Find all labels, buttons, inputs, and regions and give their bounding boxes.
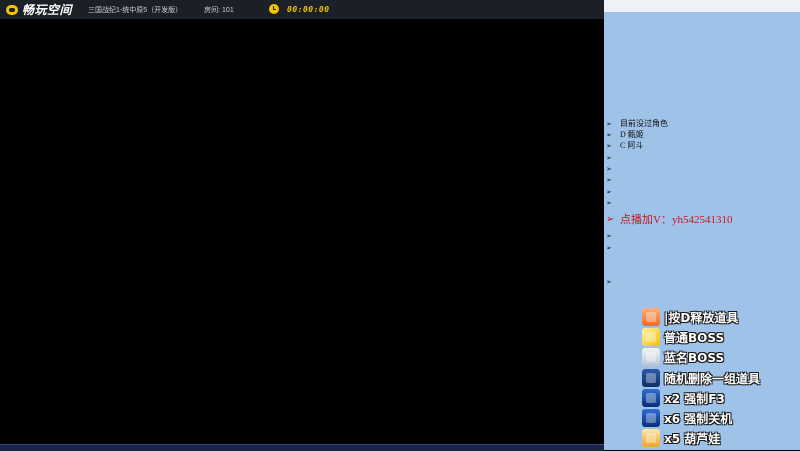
game-timer: 00:00:00 [287,4,330,14]
room-number: 房间: 101 [204,6,234,14]
arrow-bullet-icon: ➢ [606,231,612,240]
gift-label: |按D释放道具 [664,310,739,325]
list-item: ➢ [604,174,800,185]
logo-icon [6,4,18,15]
contact-text: 点播加V：yh542541310 [620,214,733,226]
gift-label: x6 强制关机 [664,411,733,426]
arrow-bullet-icon: ➢ [606,141,612,150]
arrow-bullet-icon: ➢ [606,243,612,252]
gift-label: 蓝名BOSS [664,350,725,365]
gourd-icon [642,429,660,447]
arrow-bullet-icon: ➢ [606,164,612,173]
list-item: ➢ [604,242,800,253]
gift-item-random-delete: 随机删除一组道具 [642,369,760,387]
gift-label: x5 葫芦娃 [664,431,721,446]
gift-label: 随机删除一组道具 [664,371,761,386]
arrow-bullet-icon: ➢ [606,175,612,184]
arrow-bullet-icon: ➢ [606,153,612,162]
list-item: ➢ [604,152,800,163]
arrow-bullet-icon: ➢ [606,213,615,225]
gift-item-gourd-kids: x5 葫芦娃 [642,429,720,447]
timer-group: 00:00:00 [269,4,330,14]
panel-top-band [604,0,800,12]
treasure-box-icon [642,369,660,387]
logo-text: 畅玩空间 [22,3,73,17]
gold-bar-icon [642,328,660,346]
gift-label: 普通BOSS [664,330,725,345]
list-item: ➢ [604,230,800,241]
list-item: ➢ 目前没过角色 [604,118,800,129]
list-item-text: 目前没过角色 [620,119,668,128]
rocket-icon [642,389,660,407]
list-item-text: D 甄姬 [620,130,644,139]
gift-item-blue-boss: 蓝名BOSS [642,348,724,366]
list-item: ➢ D 甄姬 [604,129,800,140]
arrow-bullet-icon: ➢ [606,187,612,196]
gift-item-normal-boss: 普通BOSS [642,328,724,346]
gift-item-release-item: |按D释放道具 [642,308,738,326]
title-bar: 畅玩空间 三国战纪1-统中原5（开发版） 房间: 101 00:00:00 [0,0,604,19]
list-item: ➢ [604,276,800,287]
game-viewport[interactable] [0,19,604,444]
wing-icon [642,348,660,366]
game-title: 三国战纪1-统中原5（开发版） [88,6,183,14]
app-logo: 畅玩空间 [6,1,72,18]
arrow-bullet-icon: ➢ [606,198,612,207]
arrow-bullet-icon: ➢ [606,119,612,128]
list-item: ➢ C 阿斗 [604,140,800,151]
game-window: 畅玩空间 三国战纪1-统中原5（开发版） 房间: 101 00:00:00 [0,0,604,451]
clock-icon [269,4,279,14]
rocket-icon [642,409,660,427]
gift-label: x2 强制F3 [664,391,725,406]
contact-highlight: ➢ 点播加V：yh542541310 [604,212,800,227]
list-item: ➢ [604,163,800,174]
list-item: ➢ [604,186,800,197]
list-item-text: C 阿斗 [620,141,644,150]
gift-item-force-f3: x2 强制F3 [642,389,725,407]
gift-item-force-shutdown: x6 强制关机 [642,409,732,427]
gift-box-icon [642,308,660,326]
arrow-bullet-icon: ➢ [606,277,612,286]
arrow-bullet-icon: ➢ [606,130,612,139]
list-item: ➢ [604,197,800,208]
